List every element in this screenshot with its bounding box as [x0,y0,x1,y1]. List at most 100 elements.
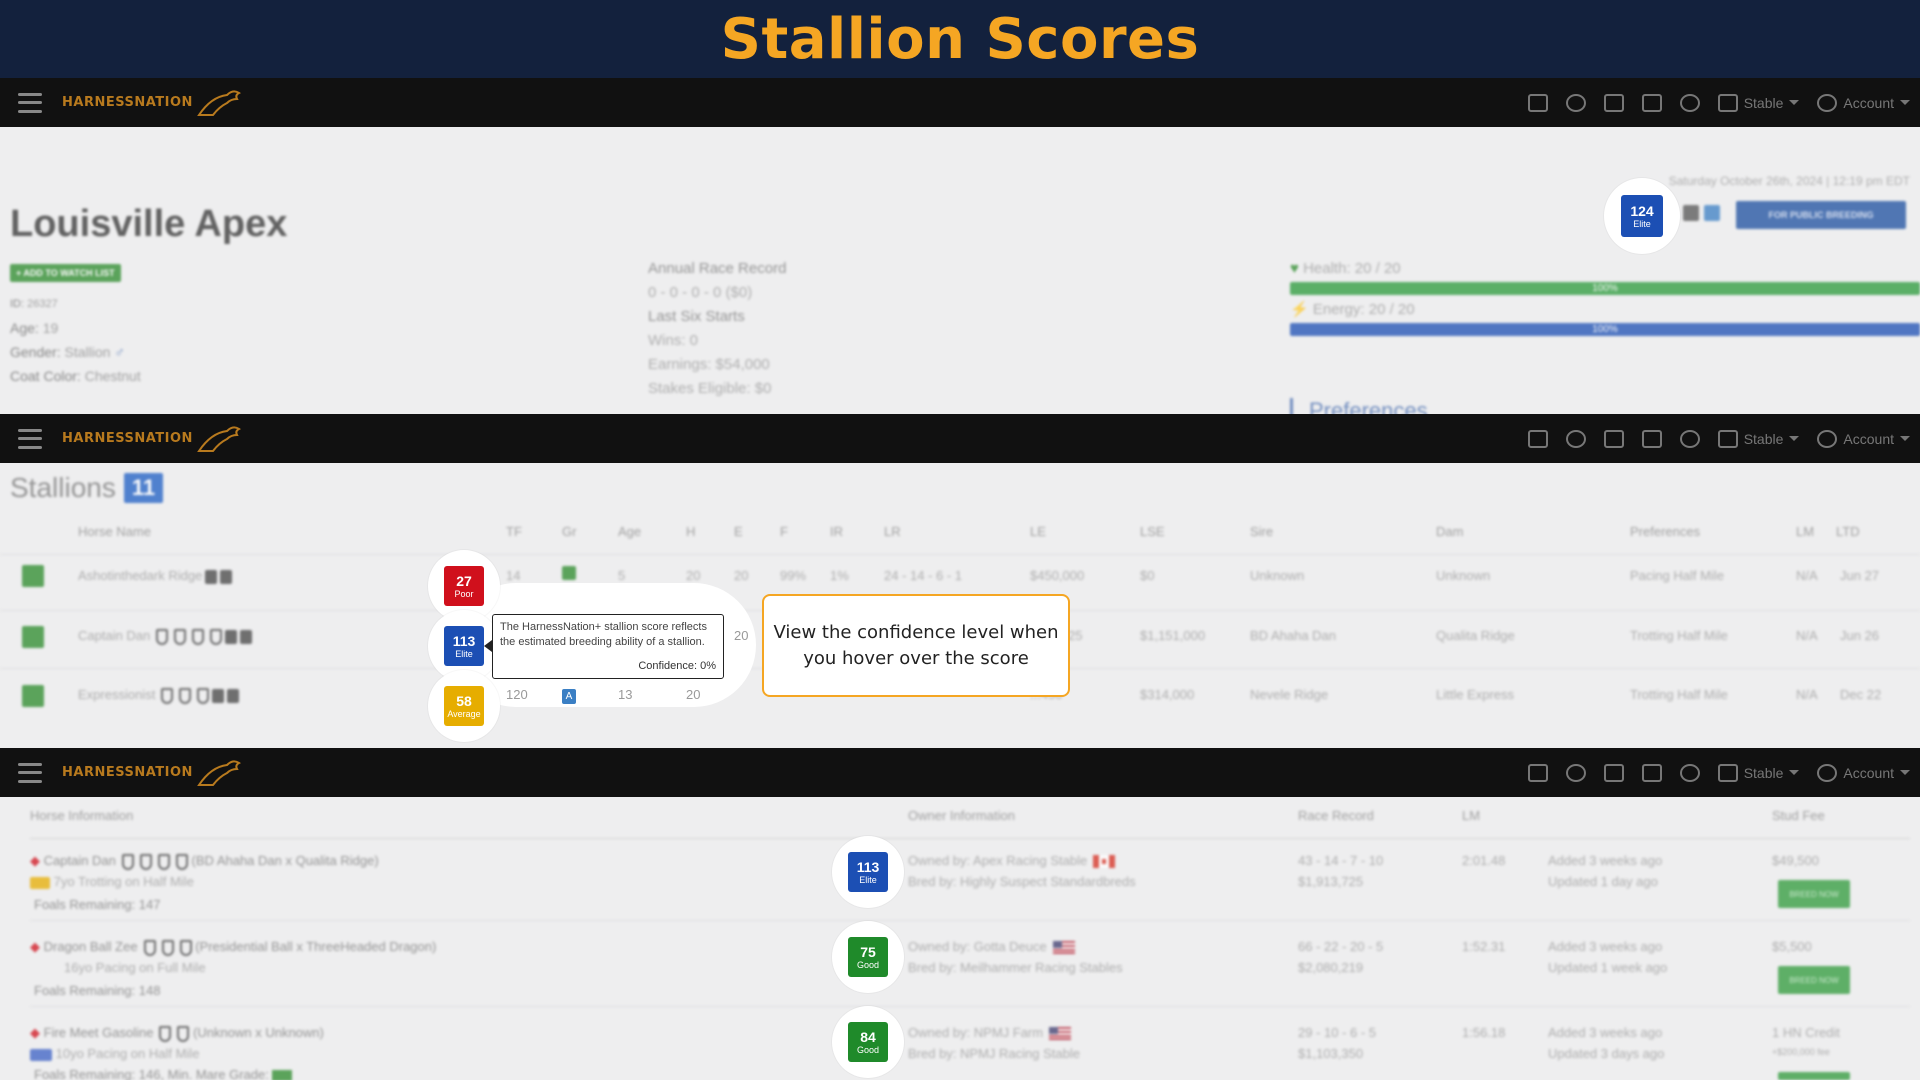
breed-now-button[interactable] [1778,1072,1850,1080]
stallion-name[interactable]: Captain Dan [78,628,253,645]
chat-icon[interactable] [1565,763,1586,782]
store-icon[interactable] [1641,763,1662,782]
col-gr[interactable]: Gr [562,524,576,539]
calculator-icon[interactable] [1603,93,1624,112]
site-logo[interactable]: HARNESSNATION [62,757,243,789]
stud-parents: (Presidential Ball x ThreeHeaded Dragon) [195,939,437,954]
col-horse-info: Horse Information [30,808,134,823]
score-label: Elite [859,874,877,885]
col-age[interactable]: Age [618,524,641,539]
stallion-score-badge[interactable]: 75 Good [848,937,888,977]
grade-badge-icon [562,566,576,580]
trophy-icon [179,939,192,956]
stud-owner[interactable]: Owned by: NPMJ Farm [908,1025,1072,1041]
menu-icon[interactable] [18,762,42,783]
account-menu[interactable]: Account [1817,763,1910,782]
cell-age: 5 [618,568,626,583]
col-lm[interactable]: LM [1796,524,1814,539]
stable-icon [1717,429,1738,448]
chat-icon[interactable] [1565,429,1586,448]
stable-menu[interactable]: Stable [1717,429,1800,448]
stud-owner[interactable]: Owned by: Gotta Deuce [908,939,1075,955]
megaphone-icon[interactable] [1527,763,1548,782]
chevron-down-icon [1900,436,1910,441]
tag-icon[interactable] [1679,429,1700,448]
stable-icon [1717,93,1738,112]
stud-desc: 10yo Pacing on Half Mile [30,1046,199,1061]
account-menu[interactable]: Account [1817,93,1910,112]
add-watch-list-button[interactable]: + ADD TO WATCH LIST [10,264,121,282]
stud-breeder[interactable]: Bred by: Meilhammer Racing Stables [908,960,1123,975]
site-logo[interactable]: HARNESSNATION [62,87,243,119]
stud-owner[interactable]: Owned by: Apex Racing Stable [908,853,1116,869]
stallion-score-badge[interactable]: 27 Poor [444,566,484,606]
trophy-icon [161,687,174,704]
horse-logo-icon [197,759,241,786]
cell-lse: $314,000 [1140,687,1195,702]
stallion-score-badge[interactable]: 84 Good [848,1022,888,1062]
menu-icon[interactable] [18,92,42,113]
horse-coat: Coat Color: Chestnut [10,368,141,384]
trophy-icon [157,853,170,870]
stallion-name[interactable]: Expressionist [78,687,240,704]
calculator-icon[interactable] [1603,429,1624,448]
megaphone-icon[interactable] [1527,429,1548,448]
stud-title[interactable]: ◆ Captain Dan (BD Ahaha Dan x Qualita Ri… [30,853,379,870]
col-dam[interactable]: Dam [1436,524,1463,539]
score-value: 58 [456,692,472,709]
col-e[interactable]: E [734,524,743,539]
col-tf[interactable]: TF [506,524,522,539]
col-horse-name[interactable]: Horse Name [78,524,151,539]
stud-breeder[interactable]: Bred by: NPMJ Racing Stable [908,1046,1080,1061]
col-preferences[interactable]: Preferences [1630,524,1700,539]
score-label: Elite [1633,218,1651,229]
horse-logo-icon [197,89,241,116]
stable-menu[interactable]: Stable [1717,763,1800,782]
stallion-score-badge[interactable]: 58 Average [444,686,484,726]
tag-icon[interactable] [1679,763,1700,782]
chevron-down-icon [1789,100,1800,105]
chat-icon[interactable] [1565,93,1586,112]
cell-f: 99% [780,568,807,583]
score-highlight: 124 Elite [1604,178,1680,254]
store-icon[interactable] [1641,93,1662,112]
calculator-icon[interactable] [1603,763,1624,782]
store-icon[interactable] [1641,429,1662,448]
stallions-count: 11 [123,473,164,503]
col-race-record: Race Record [1298,808,1374,823]
col-lr[interactable]: LR [884,524,901,539]
col-ir[interactable]: IR [830,524,843,539]
stallion-name[interactable]: Ashotinthedark Ridge [78,568,233,584]
breed-now-label: BREED NOW [1789,889,1839,899]
tag-icon[interactable] [1679,93,1700,112]
account-menu[interactable]: Account [1817,429,1910,448]
male-icon: ♂ [114,344,125,360]
megaphone-icon[interactable] [1527,93,1548,112]
header-divider [30,838,1910,839]
stallion-score-badge[interactable]: 113 Elite [444,626,484,666]
stud-earnings: $2,080,219 [1298,960,1364,975]
grade-badge-icon [1704,205,1720,221]
site-logo[interactable]: HARNESSNATION [62,423,243,455]
col-lse[interactable]: LSE [1140,524,1165,539]
stable-menu[interactable]: Stable [1717,93,1800,112]
stallion-score-badge[interactable]: 113 Elite [848,852,888,892]
stud-breeder[interactable]: Bred by: Highly Suspect Standardbreds [908,874,1136,889]
score-label: Average [447,708,481,719]
col-le[interactable]: LE [1030,524,1046,539]
stud-title[interactable]: ◆ Fire Meet Gasoline (Unknown x Unknown) [30,1025,324,1042]
public-breeding-button[interactable]: FOR PUBLIC BREEDING [1736,201,1906,229]
cell-lm: N/A [1796,628,1818,643]
cell-tf: 14 [506,568,521,583]
energy-bar: 100% [1290,323,1920,336]
col-h[interactable]: H [686,524,695,539]
breed-now-button[interactable]: BREED NOW [1778,966,1850,994]
stud-title[interactable]: ◆ Dragon Ball Zee (Presidential Ball x T… [30,939,436,956]
menu-icon[interactable] [18,428,42,449]
stallion-score-badge[interactable]: 124 Elite [1621,195,1663,237]
breed-now-button[interactable]: BREED NOW [1778,880,1850,908]
col-ltd[interactable]: LTD [1836,524,1860,539]
trophy-icon [139,853,152,870]
col-f[interactable]: F [780,524,788,539]
col-sire[interactable]: Sire [1250,524,1273,539]
